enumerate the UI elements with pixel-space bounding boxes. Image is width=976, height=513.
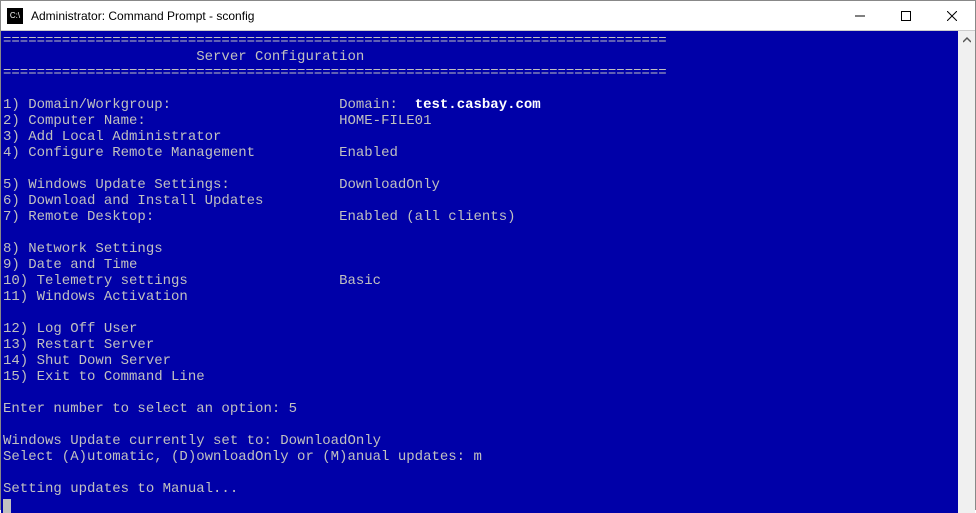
menu-item-8-label: 8) Network Settings bbox=[3, 241, 163, 257]
close-icon bbox=[947, 11, 957, 21]
wu-current-line: Windows Update currently set to: Downloa… bbox=[3, 433, 381, 449]
maximize-icon bbox=[901, 11, 911, 21]
menu-item-13-label: 13) Restart Server bbox=[3, 337, 154, 353]
menu-item-7-label: 7) Remote Desktop: bbox=[3, 209, 339, 225]
menu-item-9-label: 9) Date and Time bbox=[3, 257, 137, 273]
menu-item-4-value: Enabled bbox=[339, 145, 398, 161]
setting-line: Setting updates to Manual... bbox=[3, 481, 238, 497]
menu-item-12-label: 12) Log Off User bbox=[3, 321, 137, 337]
menu-item-10-label: 10) Telemetry settings bbox=[3, 273, 339, 289]
header-line: Server Configuration bbox=[3, 49, 364, 65]
separator-line: ========================================… bbox=[3, 65, 667, 81]
terminal-cursor bbox=[3, 499, 11, 513]
menu-item-5-value: DownloadOnly bbox=[339, 177, 440, 193]
menu-item-4-label: 4) Configure Remote Management bbox=[3, 145, 339, 161]
cmd-icon: C:\ bbox=[7, 8, 23, 24]
prompt-select-option: Enter number to select an option: 5 bbox=[3, 401, 297, 417]
menu-item-3-label: 3) Add Local Administrator bbox=[3, 129, 221, 145]
minimize-button[interactable] bbox=[837, 1, 883, 31]
command-prompt-window: C:\ Administrator: Command Prompt - scon… bbox=[0, 0, 976, 510]
menu-item-11-label: 11) Windows Activation bbox=[3, 289, 188, 305]
close-button[interactable] bbox=[929, 1, 975, 31]
terminal-output[interactable]: ========================================… bbox=[1, 31, 958, 513]
scroll-up-arrow-icon[interactable] bbox=[958, 31, 975, 48]
menu-item-2-value: HOME-FILE01 bbox=[339, 113, 431, 129]
window-title: Administrator: Command Prompt - sconfig bbox=[31, 9, 837, 23]
menu-item-5-label: 5) Windows Update Settings: bbox=[3, 177, 339, 193]
minimize-icon bbox=[855, 11, 865, 21]
wu-select-line: Select (A)utomatic, (D)ownloadOnly or (M… bbox=[3, 449, 482, 465]
menu-item-10-value: Basic bbox=[339, 273, 381, 289]
menu-item-6-label: 6) Download and Install Updates bbox=[3, 193, 263, 209]
menu-item-14-label: 14) Shut Down Server bbox=[3, 353, 171, 369]
scroll-track[interactable] bbox=[958, 48, 975, 513]
menu-item-1-label: 1) Domain/Workgroup: bbox=[3, 97, 339, 113]
menu-item-7-value: Enabled (all clients) bbox=[339, 209, 515, 225]
menu-item-2-label: 2) Computer Name: bbox=[3, 113, 339, 129]
menu-item-15-label: 15) Exit to Command Line bbox=[3, 369, 205, 385]
maximize-button[interactable] bbox=[883, 1, 929, 31]
vertical-scrollbar[interactable] bbox=[958, 31, 975, 513]
titlebar[interactable]: C:\ Administrator: Command Prompt - scon… bbox=[1, 1, 975, 31]
menu-item-1-value: test.casbay.com bbox=[415, 97, 541, 113]
separator-line: ========================================… bbox=[3, 33, 667, 49]
window-controls bbox=[837, 1, 975, 31]
terminal-container: ========================================… bbox=[1, 31, 975, 513]
menu-item-1-value-prefix: Domain: bbox=[339, 97, 398, 113]
